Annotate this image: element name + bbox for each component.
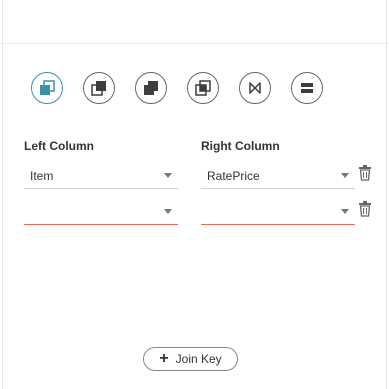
trash-icon[interactable] [358, 165, 372, 181]
left-column-dropdown-2[interactable] [24, 201, 178, 225]
trash-icon[interactable] [358, 201, 372, 217]
right-join-button[interactable] [83, 72, 115, 104]
full-join-button[interactable] [187, 72, 219, 104]
chevron-down-icon [341, 173, 349, 178]
chevron-down-icon [164, 209, 172, 214]
right-border [386, 0, 387, 389]
left-column-header: Left Column [24, 139, 94, 153]
union-button[interactable] [291, 72, 323, 104]
chevron-down-icon [164, 173, 172, 178]
right-join-icon [91, 81, 106, 96]
right-column-dropdown-2[interactable] [201, 201, 355, 225]
right-column-dropdown-1[interactable]: RatePrice [201, 165, 355, 189]
left-column-dropdown-1[interactable]: Item [24, 165, 178, 189]
union-icon [301, 83, 313, 93]
join-type-selector [31, 72, 323, 104]
plus-icon: + [159, 350, 169, 367]
join-key-label: Join Key [175, 352, 222, 366]
inner-join-icon [144, 81, 158, 95]
join-configuration-panel: Left Column Right Column Item RatePrice … [0, 0, 389, 389]
bowtie-join-icon [249, 82, 261, 94]
top-strip [0, 0, 389, 44]
left-join-button[interactable] [31, 72, 63, 104]
chevron-down-icon [341, 209, 349, 214]
add-join-key-button[interactable]: + Join Key [143, 347, 238, 371]
left-column-value: Item [30, 169, 54, 183]
right-column-value: RatePrice [207, 169, 260, 183]
bowtie-join-button[interactable] [239, 72, 271, 104]
full-join-icon [195, 80, 211, 96]
right-column-header: Right Column [201, 139, 280, 153]
left-join-icon [40, 80, 55, 95]
inner-join-button[interactable] [135, 72, 167, 104]
left-border [2, 0, 3, 389]
